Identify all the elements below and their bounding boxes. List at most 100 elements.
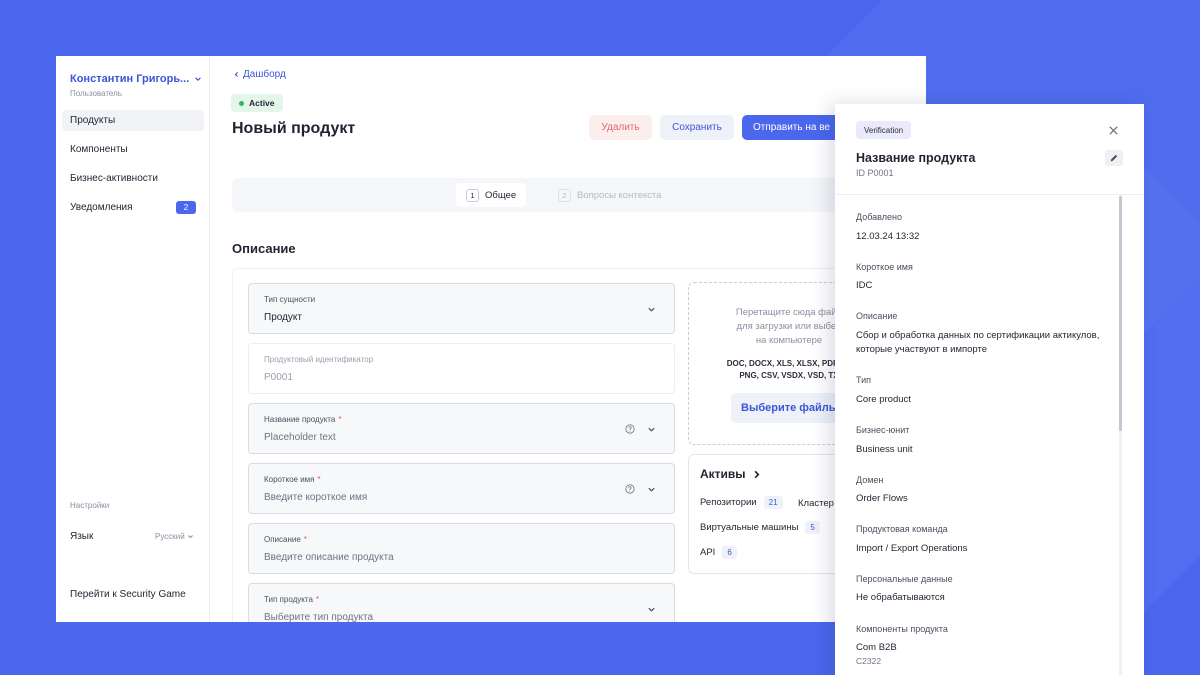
- section-title: Описание: [232, 241, 296, 256]
- detail-value: IDC: [856, 280, 873, 291]
- assets-title: Активы: [700, 467, 746, 481]
- detail-value: Order Flows: [856, 493, 908, 504]
- detail-label: Описание: [856, 311, 898, 321]
- chevron-down-icon: [648, 607, 655, 612]
- asset-label: Репозитории: [700, 497, 757, 508]
- sidebar-item-business-activities[interactable]: Бизнес-активности: [62, 168, 204, 189]
- file-dropzone[interactable]: Перетащите сюда файл для загрузки или вы…: [688, 282, 848, 445]
- detail-value: Не обрабатываются: [856, 592, 945, 603]
- status-badge: Active: [231, 94, 283, 112]
- detail-label: Продуктовая команда: [856, 524, 948, 534]
- user-name: Константин Григорь...: [70, 73, 190, 85]
- step-context-questions[interactable]: 2 Вопросы контекста: [548, 183, 671, 207]
- product-name-input[interactable]: Название продукта * Placeholder text: [248, 403, 675, 454]
- status-label: Active: [249, 98, 275, 108]
- notification-count-badge: 2: [176, 201, 196, 214]
- product-detail-panel: Verification Название продукта ID P0001 …: [835, 104, 1144, 675]
- required-mark: *: [338, 415, 342, 424]
- user-menu[interactable]: Константин Григорь...: [70, 73, 202, 85]
- assets-card: Активы Репозитории 21 Кластер Виртуальны…: [688, 454, 848, 574]
- pencil-icon: [1110, 154, 1118, 162]
- security-game-link[interactable]: Перейти к Security Game: [70, 589, 186, 600]
- dropzone-formats: PNG, CSV, VSDX, VSD, TX: [739, 371, 839, 380]
- detail-subvalue: C2322: [856, 656, 882, 666]
- stepper: 1 Общее 2 Вопросы контекста: [232, 178, 852, 212]
- asset-virtual-machines[interactable]: Виртуальные машины 5: [700, 521, 820, 534]
- panel-scroll-thumb[interactable]: [1119, 196, 1122, 431]
- required-mark: *: [317, 475, 321, 484]
- chevron-right-icon: [754, 470, 760, 478]
- asset-api[interactable]: API 6: [700, 546, 737, 559]
- chevron-down-icon: [648, 427, 655, 432]
- detail-label: Компоненты продукта: [856, 624, 948, 634]
- settings-title: Настройки: [70, 501, 110, 510]
- detail-label: Тип: [856, 375, 872, 385]
- divider: [835, 194, 1144, 195]
- close-icon[interactable]: [1108, 125, 1119, 136]
- step-general[interactable]: 1 Общее: [456, 183, 527, 207]
- field-label: Короткое имя *: [264, 475, 321, 484]
- help-icon[interactable]: [625, 424, 635, 434]
- detail-label: Бизнес-юнит: [856, 425, 910, 435]
- assets-link[interactable]: Активы: [700, 467, 761, 481]
- sidebar-item-label: Компоненты: [70, 144, 128, 155]
- field-label: Название продукта *: [264, 415, 342, 424]
- field-placeholder: Введите короткое имя: [264, 492, 368, 503]
- chevron-down-icon: [648, 307, 655, 312]
- sidebar-item-components[interactable]: Компоненты: [62, 139, 204, 160]
- edit-button[interactable]: [1105, 150, 1123, 166]
- dropzone-text: на компьютере: [755, 335, 823, 346]
- field-placeholder: Выберите тип продукта: [264, 612, 374, 622]
- short-name-input[interactable]: Короткое имя * Введите короткое имя: [248, 463, 675, 514]
- sidebar-item-label: Продукты: [70, 115, 116, 126]
- sidebar: Константин Григорь... Пользователь Проду…: [56, 56, 210, 622]
- description-input[interactable]: Описание * Введите описание продукта: [248, 523, 675, 574]
- detail-label: Короткое имя: [856, 262, 913, 272]
- status-dot-icon: [239, 100, 244, 106]
- asset-label: Виртуальные машины: [700, 522, 799, 533]
- field-label: Описание *: [264, 535, 307, 544]
- delete-button[interactable]: Удалить: [589, 115, 652, 140]
- detail-value: Import / Export Operations: [856, 543, 968, 554]
- sidebar-item-label: Бизнес-активности: [70, 173, 158, 184]
- dropzone-text: Перетащите сюда файл: [735, 307, 843, 318]
- step-number: 1: [466, 188, 479, 202]
- sidebar-item-notifications[interactable]: Уведомления 2: [62, 197, 204, 218]
- language-select[interactable]: Русский: [155, 532, 194, 541]
- field-value: Продукт: [264, 312, 302, 323]
- language-label: Язык: [70, 531, 94, 542]
- detail-value: 12.03.24 13:32: [856, 231, 920, 242]
- detail-label: Добавлено: [856, 212, 902, 222]
- required-mark: *: [315, 595, 320, 604]
- sidebar-item-label: Уведомления: [70, 202, 133, 213]
- step-label: Вопросы контекста: [577, 189, 662, 201]
- detail-label: Персональные данные: [856, 574, 953, 584]
- detail-value: Business unit: [856, 444, 913, 455]
- chevron-left-icon: [234, 72, 238, 77]
- verification-badge: Verification: [856, 121, 912, 139]
- entity-type-select[interactable]: Тип сущности Продукт: [248, 283, 675, 334]
- choose-files-button[interactable]: Выберите файлы: [731, 393, 847, 423]
- asset-clusters[interactable]: Кластер: [798, 498, 834, 509]
- page-title: Новый продукт: [232, 120, 356, 137]
- detail-value: Com B2B: [856, 642, 897, 653]
- chevron-down-icon: [648, 487, 655, 492]
- panel-title: Название продукта: [856, 151, 976, 165]
- required-mark: *: [303, 535, 307, 544]
- save-button[interactable]: Сохранить: [660, 115, 734, 140]
- step-number: 2: [558, 188, 571, 202]
- breadcrumb-back-link[interactable]: Дашборд: [233, 69, 286, 80]
- field-label: Тип сущности: [264, 295, 316, 304]
- sidebar-item-products[interactable]: Продукты: [62, 110, 204, 131]
- user-role: Пользователь: [70, 89, 122, 98]
- asset-repositories[interactable]: Репозитории 21: [700, 496, 783, 509]
- detail-label: Домен: [856, 475, 884, 485]
- product-id-field: Продуктовый идентификатор P0001: [248, 343, 675, 394]
- help-icon[interactable]: [625, 484, 635, 494]
- field-label: Продуктовый идентификатор: [264, 355, 374, 364]
- panel-product-id: ID P0001: [856, 168, 894, 178]
- dropzone-formats: DOC, DOCX, XLS, XLSX, PDF, JP: [726, 359, 848, 368]
- field-placeholder: Введите описание продукта: [264, 552, 394, 563]
- product-type-select[interactable]: Тип продукта * Выберите тип продукта: [248, 583, 675, 622]
- asset-label: Кластер: [798, 498, 834, 509]
